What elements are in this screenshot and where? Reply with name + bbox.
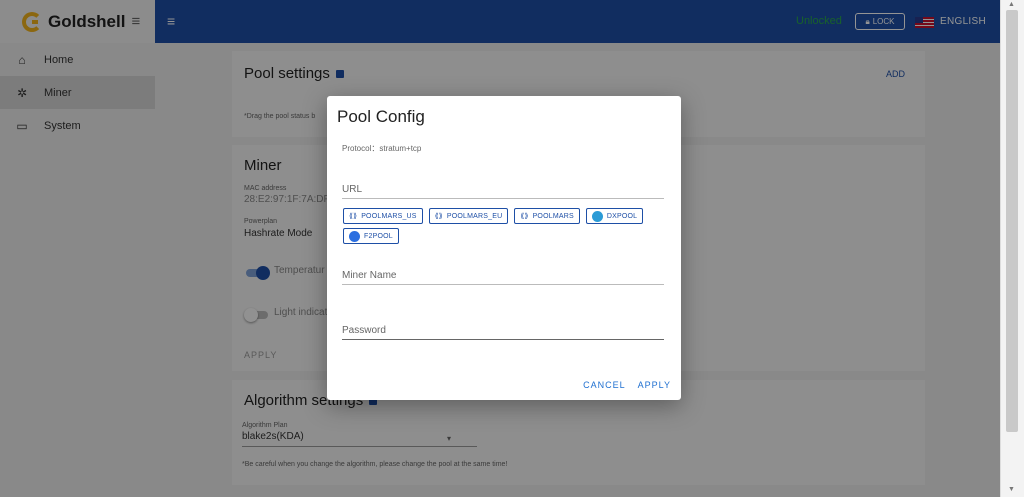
pool-chip-label: POOLMARS_EU: [446, 212, 503, 220]
pool-chip-poolmars-us[interactable]: ⟪⟫ POOLMARS_US: [343, 208, 423, 224]
f2pool-icon: [349, 230, 360, 242]
poolmars-icon: ⟪⟫: [349, 213, 358, 220]
cancel-button[interactable]: CANCEL: [583, 380, 626, 390]
scroll-down-icon[interactable]: ▼: [1008, 486, 1015, 493]
pool-chip-label: DXPOOL: [606, 212, 638, 220]
scrollbar-thumb[interactable]: [1006, 10, 1018, 432]
pool-preset-list: ⟪⟫ POOLMARS_US ⟪⟫ POOLMARS_EU ⟪⟫ POOLMAR…: [343, 208, 663, 244]
miner-name-field[interactable]: [342, 265, 664, 285]
poolmars-icon: ⟪⟫: [434, 213, 443, 220]
page-scrollbar[interactable]: ▲ ▼: [1000, 0, 1024, 497]
password-input[interactable]: [342, 325, 664, 336]
poolmars-icon: ⟪⟫: [520, 213, 529, 220]
pool-chip-poolmars-eu[interactable]: ⟪⟫ POOLMARS_EU: [428, 208, 509, 224]
password-field[interactable]: [342, 320, 664, 340]
pool-chip-poolmars[interactable]: ⟪⟫ POOLMARS: [514, 208, 580, 224]
url-input[interactable]: [342, 184, 664, 195]
apply-button[interactable]: APPLY: [638, 380, 671, 390]
scroll-up-icon[interactable]: ▲: [1008, 1, 1015, 8]
pool-chip-dxpool[interactable]: DXPOOL: [585, 208, 644, 224]
pool-config-dialog: Pool Config Protocol：stratum+tcp ⟪⟫ POOL…: [327, 96, 681, 400]
pool-chip-f2pool[interactable]: F2POOL: [343, 228, 399, 244]
pool-chip-label: F2POOL: [364, 232, 393, 240]
dialog-actions: CANCEL APPLY: [583, 380, 671, 390]
pool-chip-label: POOLMARS: [532, 212, 574, 220]
pool-chip-label: POOLMARS_US: [361, 212, 417, 220]
miner-name-input[interactable]: [342, 270, 664, 281]
dialog-title: Pool Config: [337, 107, 425, 126]
url-field[interactable]: [342, 179, 664, 199]
dxpool-icon: [591, 210, 603, 222]
protocol-label: Protocol：stratum+tcp: [342, 144, 422, 153]
